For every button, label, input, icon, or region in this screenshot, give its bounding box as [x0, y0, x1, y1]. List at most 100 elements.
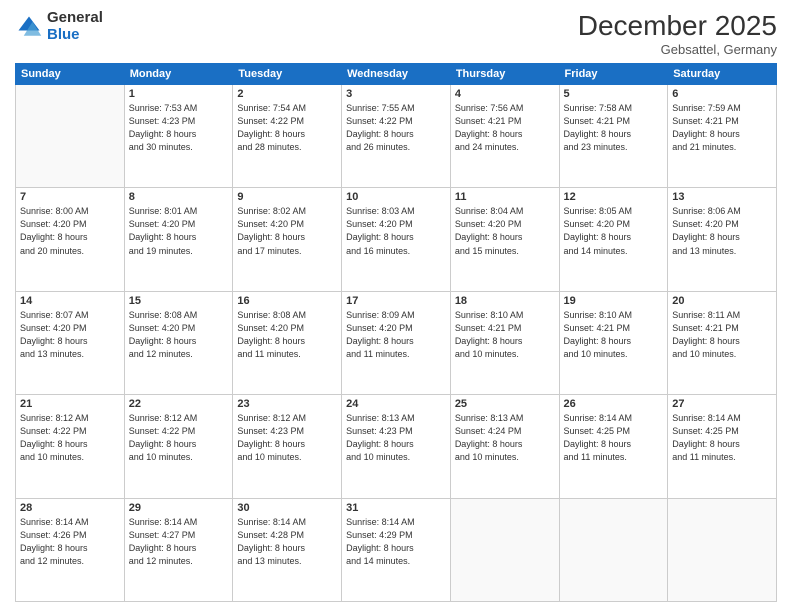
logo-icon	[15, 13, 43, 41]
day-number: 16	[237, 295, 337, 307]
logo-text: General Blue	[47, 10, 103, 43]
calendar-cell: 8Sunrise: 8:01 AM Sunset: 4:20 PM Daylig…	[124, 188, 233, 291]
calendar-cell: 1Sunrise: 7:53 AM Sunset: 4:23 PM Daylig…	[124, 85, 233, 188]
day-number: 25	[455, 398, 555, 410]
day-info: Sunrise: 8:10 AM Sunset: 4:21 PM Dayligh…	[455, 309, 555, 361]
day-info: Sunrise: 8:08 AM Sunset: 4:20 PM Dayligh…	[129, 309, 229, 361]
day-number: 5	[564, 88, 664, 100]
calendar-cell	[450, 498, 559, 601]
calendar-body: 1Sunrise: 7:53 AM Sunset: 4:23 PM Daylig…	[16, 85, 777, 602]
calendar-cell: 27 Sunrise: 8:14 AM Sunset: 4:25 PM Dayli…	[668, 395, 777, 498]
day-info: Sunrise: 7:56 AM Sunset: 4:21 PM Dayligh…	[455, 102, 555, 154]
day-number: 3	[346, 88, 446, 100]
day-number: 21	[20, 398, 120, 410]
logo-blue-text: Blue	[47, 27, 103, 44]
day-info: Sunrise: 8:02 AM Sunset: 4:20 PM Dayligh…	[237, 205, 337, 257]
day-number: 13	[672, 191, 772, 203]
calendar-header-wednesday: Wednesday	[342, 64, 451, 85]
day-info: Sunrise: 8:00 AM Sunset: 4:20 PM Dayligh…	[20, 205, 120, 257]
day-number: 29	[129, 502, 229, 514]
calendar-cell: 9Sunrise: 8:02 AM Sunset: 4:20 PM Daylig…	[233, 188, 342, 291]
calendar-cell: 13 Sunrise: 8:06 AM Sunset: 4:20 PM Dayli…	[668, 188, 777, 291]
day-info: Sunrise: 8:10 AM Sunset: 4:21 PM Dayligh…	[564, 309, 664, 361]
day-info: Sunrise: 8:14 AM Sunset: 4:25 PM Dayligh…	[672, 412, 772, 464]
day-info: Sunrise: 7:55 AM Sunset: 4:22 PM Dayligh…	[346, 102, 446, 154]
calendar-cell: 12Sunrise: 8:05 AM Sunset: 4:20 PM Dayli…	[559, 188, 668, 291]
day-info: Sunrise: 8:12 AM Sunset: 4:23 PM Dayligh…	[237, 412, 337, 464]
title-block: December 2025 Gebsattel, Germany	[578, 10, 777, 57]
calendar-cell: 4 Sunrise: 7:56 AM Sunset: 4:21 PM Daylig…	[450, 85, 559, 188]
calendar-cell	[16, 85, 125, 188]
day-number: 14	[20, 295, 120, 307]
calendar-cell: 7 Sunrise: 8:00 AM Sunset: 4:20 PM Daylig…	[16, 188, 125, 291]
day-number: 19	[564, 295, 664, 307]
main-title: December 2025	[578, 10, 777, 42]
day-number: 26	[564, 398, 664, 410]
calendar-cell	[559, 498, 668, 601]
day-info: Sunrise: 7:54 AM Sunset: 4:22 PM Dayligh…	[237, 102, 337, 154]
day-number: 12	[564, 191, 664, 203]
day-info: Sunrise: 8:12 AM Sunset: 4:22 PM Dayligh…	[129, 412, 229, 464]
calendar-cell: 11Sunrise: 8:04 AM Sunset: 4:20 PM Dayli…	[450, 188, 559, 291]
day-info: Sunrise: 8:07 AM Sunset: 4:20 PM Dayligh…	[20, 309, 120, 361]
day-info: Sunrise: 8:14 AM Sunset: 4:25 PM Dayligh…	[564, 412, 664, 464]
calendar-week-2: 7 Sunrise: 8:00 AM Sunset: 4:20 PM Daylig…	[16, 188, 777, 291]
calendar-cell	[668, 498, 777, 601]
day-info: Sunrise: 8:04 AM Sunset: 4:20 PM Dayligh…	[455, 205, 555, 257]
day-info: Sunrise: 8:08 AM Sunset: 4:20 PM Dayligh…	[237, 309, 337, 361]
calendar-cell: 29 Sunrise: 8:14 AM Sunset: 4:27 PM Dayli…	[124, 498, 233, 601]
calendar-cell: 24Sunrise: 8:13 AM Sunset: 4:23 PM Dayli…	[342, 395, 451, 498]
calendar-cell: 23 Sunrise: 8:12 AM Sunset: 4:23 PM Dayli…	[233, 395, 342, 498]
calendar-header-sunday: Sunday	[16, 64, 125, 85]
calendar-header-monday: Monday	[124, 64, 233, 85]
calendar-week-4: 21 Sunrise: 8:12 AM Sunset: 4:22 PM Dayli…	[16, 395, 777, 498]
day-number: 4	[455, 88, 555, 100]
calendar-cell: 25 Sunrise: 8:13 AM Sunset: 4:24 PM Dayli…	[450, 395, 559, 498]
calendar-cell: 3 Sunrise: 7:55 AM Sunset: 4:22 PM Daylig…	[342, 85, 451, 188]
calendar-cell: 17Sunrise: 8:09 AM Sunset: 4:20 PM Dayli…	[342, 291, 451, 394]
day-info: Sunrise: 7:59 AM Sunset: 4:21 PM Dayligh…	[672, 102, 772, 154]
day-number: 30	[237, 502, 337, 514]
day-info: Sunrise: 8:14 AM Sunset: 4:27 PM Dayligh…	[129, 516, 229, 568]
day-info: Sunrise: 8:13 AM Sunset: 4:24 PM Dayligh…	[455, 412, 555, 464]
page: General Blue December 2025 Gebsattel, Ge…	[0, 0, 792, 612]
day-number: 10	[346, 191, 446, 203]
calendar-header-row: SundayMondayTuesdayWednesdayThursdayFrid…	[16, 64, 777, 85]
calendar-week-5: 28Sunrise: 8:14 AM Sunset: 4:26 PM Dayli…	[16, 498, 777, 601]
day-number: 23	[237, 398, 337, 410]
subtitle: Gebsattel, Germany	[578, 42, 777, 57]
day-info: Sunrise: 7:53 AM Sunset: 4:23 PM Dayligh…	[129, 102, 229, 154]
calendar-table: SundayMondayTuesdayWednesdayThursdayFrid…	[15, 63, 777, 602]
day-number: 18	[455, 295, 555, 307]
day-info: Sunrise: 8:03 AM Sunset: 4:20 PM Dayligh…	[346, 205, 446, 257]
day-number: 6	[672, 88, 772, 100]
calendar-header-tuesday: Tuesday	[233, 64, 342, 85]
day-info: Sunrise: 8:13 AM Sunset: 4:23 PM Dayligh…	[346, 412, 446, 464]
calendar-cell: 5Sunrise: 7:58 AM Sunset: 4:21 PM Daylig…	[559, 85, 668, 188]
day-number: 31	[346, 502, 446, 514]
calendar-header-saturday: Saturday	[668, 64, 777, 85]
calendar-cell: 19 Sunrise: 8:10 AM Sunset: 4:21 PM Dayli…	[559, 291, 668, 394]
calendar-cell: 16 Sunrise: 8:08 AM Sunset: 4:20 PM Dayli…	[233, 291, 342, 394]
calendar-cell: 31 Sunrise: 8:14 AM Sunset: 4:29 PM Dayli…	[342, 498, 451, 601]
logo: General Blue	[15, 10, 103, 43]
calendar-cell: 22Sunrise: 8:12 AM Sunset: 4:22 PM Dayli…	[124, 395, 233, 498]
calendar-cell: 30Sunrise: 8:14 AM Sunset: 4:28 PM Dayli…	[233, 498, 342, 601]
calendar-cell: 20Sunrise: 8:11 AM Sunset: 4:21 PM Dayli…	[668, 291, 777, 394]
day-number: 27	[672, 398, 772, 410]
day-info: Sunrise: 8:06 AM Sunset: 4:20 PM Dayligh…	[672, 205, 772, 257]
logo-general-text: General	[47, 10, 103, 27]
day-info: Sunrise: 8:11 AM Sunset: 4:21 PM Dayligh…	[672, 309, 772, 361]
calendar-cell: 26 Sunrise: 8:14 AM Sunset: 4:25 PM Dayli…	[559, 395, 668, 498]
day-info: Sunrise: 8:14 AM Sunset: 4:29 PM Dayligh…	[346, 516, 446, 568]
calendar-cell: 15Sunrise: 8:08 AM Sunset: 4:20 PM Dayli…	[124, 291, 233, 394]
calendar-header-thursday: Thursday	[450, 64, 559, 85]
calendar-header-friday: Friday	[559, 64, 668, 85]
calendar-cell: 18 Sunrise: 8:10 AM Sunset: 4:21 PM Dayli…	[450, 291, 559, 394]
day-number: 7	[20, 191, 120, 203]
calendar-cell: 28Sunrise: 8:14 AM Sunset: 4:26 PM Dayli…	[16, 498, 125, 601]
day-info: Sunrise: 8:14 AM Sunset: 4:26 PM Dayligh…	[20, 516, 120, 568]
day-info: Sunrise: 8:01 AM Sunset: 4:20 PM Dayligh…	[129, 205, 229, 257]
calendar-cell: 10 Sunrise: 8:03 AM Sunset: 4:20 PM Dayli…	[342, 188, 451, 291]
day-info: Sunrise: 8:12 AM Sunset: 4:22 PM Dayligh…	[20, 412, 120, 464]
